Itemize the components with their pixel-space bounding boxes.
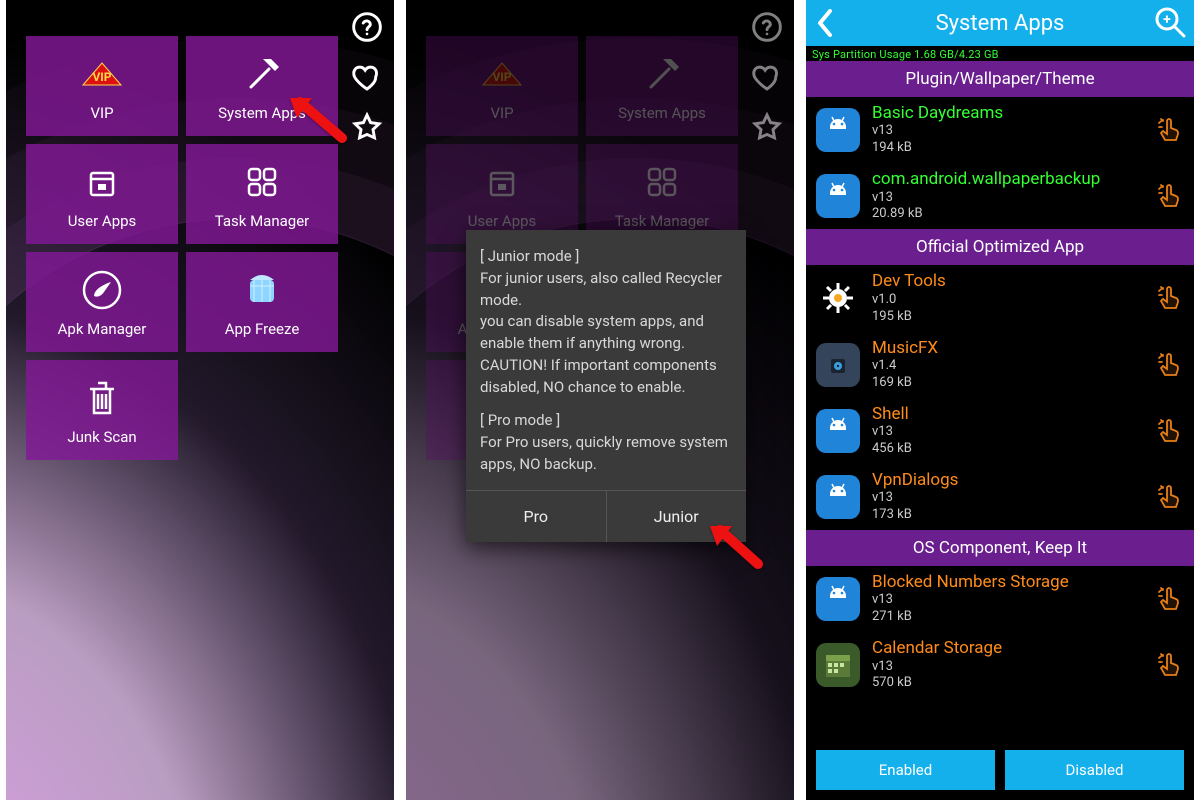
app-name: VpnDialogs: [872, 470, 1152, 490]
svg-text:VIP: VIP: [92, 70, 111, 84]
app-row[interactable]: Basic Daydreamsv13194 kB: [806, 97, 1194, 163]
touch-icon: [1152, 650, 1188, 680]
dialog-text: you can disable system apps, and enable …: [480, 311, 732, 355]
app-name: com.android.wallpaperbackup: [872, 169, 1152, 189]
vip-icon: VIP: [78, 50, 126, 98]
title-bar: System Apps +: [806, 0, 1194, 46]
tile-label: User Apps: [68, 212, 137, 230]
vip-tile[interactable]: VIP VIP: [26, 36, 178, 136]
app-name: Shell: [872, 404, 1152, 424]
enabled-button[interactable]: Enabled: [816, 750, 995, 790]
app-row[interactable]: Blocked Numbers Storagev13271 kB: [806, 566, 1194, 632]
task-manager-tile[interactable]: Task Manager: [186, 144, 338, 244]
app-row[interactable]: Calendar Storagev13570 kB: [806, 632, 1194, 698]
junk-scan-tile[interactable]: Junk Scan: [26, 360, 178, 460]
tile-label: App Freeze: [225, 320, 300, 338]
page-title: System Apps: [806, 11, 1194, 36]
tile-label: VIP: [90, 104, 113, 122]
box-icon: [78, 158, 126, 206]
app-freeze-tile[interactable]: App Freeze: [186, 252, 338, 352]
touch-icon: [1152, 482, 1188, 512]
touch-icon: [1152, 350, 1188, 380]
tile-label: Apk Manager: [58, 320, 147, 338]
dialog-text: For Pro users, quickly remove system app…: [480, 432, 732, 476]
heart-icon[interactable]: [350, 60, 384, 94]
magnify-icon[interactable]: +: [1152, 4, 1188, 44]
app-row[interactable]: Shellv13456 kB: [806, 398, 1194, 464]
app-row[interactable]: com.android.wallpaperbackupv1320.89 kB: [806, 163, 1194, 229]
tile-label: Junk Scan: [67, 428, 136, 446]
help-icon[interactable]: [750, 10, 784, 44]
svg-text:+: +: [1163, 12, 1171, 28]
app-size: 570 kB: [872, 675, 1152, 692]
dialog-text: For junior users, also called Recycler m…: [480, 268, 732, 312]
app-version: v13: [872, 424, 1152, 441]
mode-dialog: [ Junior mode ] For junior users, also c…: [466, 230, 746, 542]
grid-icon: [238, 158, 286, 206]
app-row[interactable]: Dev Toolsv1.0195 kB: [806, 265, 1194, 331]
app-name: MusicFX: [872, 338, 1152, 358]
touch-icon: [1152, 181, 1188, 211]
app-version: v1.4: [872, 358, 1152, 375]
app-size: 271 kB: [872, 609, 1152, 626]
app-name: Calendar Storage: [872, 638, 1152, 658]
touch-icon: [1152, 584, 1188, 614]
app-version: v13: [872, 592, 1152, 609]
trash-icon: [78, 374, 126, 422]
section-header: OS Component, Keep It: [806, 530, 1194, 566]
section-header: Plugin/Wallpaper/Theme: [806, 61, 1194, 97]
app-version: v13: [872, 123, 1152, 140]
tile-label: Task Manager: [215, 212, 310, 230]
help-icon[interactable]: [350, 10, 384, 44]
app-name: Basic Daydreams: [872, 103, 1152, 123]
touch-icon: [1152, 283, 1188, 313]
star-icon[interactable]: [750, 110, 784, 144]
touch-icon: [1152, 416, 1188, 446]
app-version: v13: [872, 490, 1152, 507]
disabled-button[interactable]: Disabled: [1005, 750, 1184, 790]
dialog-pro-heading: [ Pro mode ]: [480, 410, 732, 432]
app-name: Dev Tools: [872, 271, 1152, 291]
app-size: 173 kB: [872, 507, 1152, 524]
user-apps-tile[interactable]: User Apps: [26, 144, 178, 244]
app-size: 169 kB: [872, 375, 1152, 392]
partition-usage: Sys Partition Usage 1.68 GB/4.23 GB: [806, 46, 1194, 61]
app-row[interactable]: MusicFXv1.4169 kB: [806, 332, 1194, 398]
dialog-text: CAUTION! If important components disable…: [480, 355, 732, 399]
app-size: 20.89 kB: [872, 206, 1152, 223]
app-size: 195 kB: [872, 309, 1152, 326]
touch-icon: [1152, 115, 1188, 145]
hammer-icon: [238, 50, 286, 98]
apk-manager-tile[interactable]: Apk Manager: [26, 252, 178, 352]
section-header: Official Optimized App: [806, 229, 1194, 265]
back-button[interactable]: [806, 0, 846, 46]
app-version: v13: [872, 190, 1152, 207]
app-size: 194 kB: [872, 140, 1152, 157]
app-row[interactable]: VpnDialogsv13173 kB: [806, 464, 1194, 530]
app-version: v13: [872, 659, 1152, 676]
brush-icon: [78, 266, 126, 314]
ice-icon: [238, 266, 286, 314]
app-size: 456 kB: [872, 441, 1152, 458]
pro-button[interactable]: Pro: [466, 491, 607, 542]
heart-icon[interactable]: [750, 60, 784, 94]
app-version: v1.0: [872, 292, 1152, 309]
star-icon[interactable]: [350, 110, 384, 144]
app-name: Blocked Numbers Storage: [872, 572, 1152, 592]
dialog-junior-heading: [ Junior mode ]: [480, 246, 732, 268]
